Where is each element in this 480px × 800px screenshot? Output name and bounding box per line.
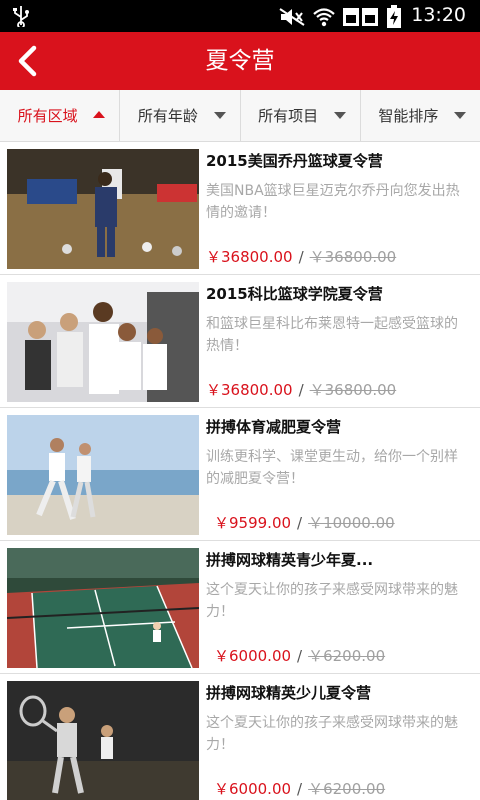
camp-prices: ￥6000.00 / ￥6200.00 [214, 778, 385, 799]
camp-thumbnail [7, 149, 199, 269]
filter-age[interactable]: 所有年龄 [120, 90, 241, 141]
page-title: 夏令营 [205, 48, 275, 74]
camp-prices: ￥36800.00 / ￥36800.00 [206, 379, 396, 400]
triangle-up-icon [93, 111, 106, 118]
triangle-down-icon [333, 112, 346, 119]
filter-category[interactable]: 所有项目 [241, 90, 361, 141]
price-separator: / [298, 248, 304, 266]
camp-description: 训练更科学、课堂更生动，给你一个别样的减肥夏令营！ [206, 449, 458, 487]
current-price: ￥6000.00 [214, 647, 292, 665]
current-price: ￥36800.00 [206, 248, 293, 266]
filter-age-label: 所有年龄 [137, 107, 198, 125]
camp-prices: ￥36800.00 / ￥36800.00 [206, 246, 396, 267]
filter-category-label: 所有项目 [258, 107, 319, 125]
title-bar: 夏令营 [0, 32, 480, 90]
current-price: ￥36800.00 [206, 381, 293, 399]
current-price: ￥9599.00 [214, 514, 292, 532]
wifi-icon [312, 7, 336, 31]
camp-thumbnail [7, 282, 199, 402]
triangle-down-icon [454, 112, 466, 119]
filter-sort-label: 智能排序 [378, 107, 439, 125]
camp-thumbnail [7, 415, 199, 535]
filter-region[interactable]: 所有区域 [0, 90, 121, 141]
original-price: ￥6200.00 [308, 647, 386, 665]
usb-icon [12, 5, 30, 31]
triangle-down-icon [213, 112, 226, 119]
camp-thumbnail [7, 548, 199, 668]
original-price: ￥6200.00 [308, 780, 386, 798]
filter-region-label: 所有区域 [17, 107, 78, 125]
original-price: ￥36800.00 [309, 381, 397, 399]
camp-title: 2015科比篮球学院夏令营 [206, 285, 383, 303]
camp-description: 和篮球巨星科比布莱恩特一起感受篮球的热情！ [206, 316, 458, 354]
camp-thumbnail [7, 681, 199, 800]
current-price: ￥6000.00 [214, 780, 292, 798]
camp-list: 2015美国乔丹篮球夏令营 美国NBA篮球巨星迈克尔乔丹向您发出热情的邀请！ ￥… [0, 142, 480, 800]
camp-prices: ￥9599.00 / ￥10000.00 [214, 512, 395, 533]
list-item[interactable]: 2015美国乔丹篮球夏令营 美国NBA篮球巨星迈克尔乔丹向您发出热情的邀请！ ￥… [0, 142, 480, 275]
price-separator: / [297, 780, 303, 798]
original-price: ￥36800.00 [309, 248, 397, 266]
list-item[interactable]: 拼搏网球精英少儿夏令营 这个夏天让你的孩子来感受网球带来的魅力！ ￥6000.0… [0, 674, 480, 800]
list-item[interactable]: 2015科比篮球学院夏令营 和篮球巨星科比布莱恩特一起感受篮球的热情！ ￥368… [0, 275, 480, 408]
list-item[interactable]: 拼搏体育减肥夏令营 训练更科学、课堂更生动，给你一个别样的减肥夏令营！ ￥959… [0, 408, 480, 541]
original-price: ￥10000.00 [308, 514, 395, 532]
battery-charging-icon [386, 5, 402, 33]
status-icons [278, 5, 402, 33]
price-separator: / [297, 647, 303, 665]
camp-title: 拼搏网球精英青少年夏... [206, 551, 374, 569]
status-time: 13:20 [411, 4, 466, 26]
camp-title: 拼搏体育减肥夏令营 [206, 418, 342, 436]
mute-icon [278, 7, 306, 31]
price-separator: / [297, 514, 303, 532]
camp-description: 美国NBA篮球巨星迈克尔乔丹向您发出热情的邀请！ [206, 183, 460, 221]
status-bar: 13:20 [0, 0, 480, 32]
price-separator: / [298, 381, 304, 399]
list-item[interactable]: 拼搏网球精英青少年夏... 这个夏天让你的孩子来感受网球带来的魅力！ ￥6000… [0, 541, 480, 674]
camp-title: 拼搏网球精英少儿夏令营 [206, 684, 372, 702]
filter-sort[interactable]: 智能排序 [361, 90, 480, 141]
filter-bar: 所有区域 所有年龄 所有项目 智能排序 [0, 90, 480, 142]
camp-title: 2015美国乔丹篮球夏令营 [206, 152, 383, 170]
sim-icon [342, 6, 380, 32]
camp-prices: ￥6000.00 / ￥6200.00 [214, 645, 385, 666]
camp-description: 这个夏天让你的孩子来感受网球带来的魅力！ [206, 582, 458, 620]
camp-description: 这个夏天让你的孩子来感受网球带来的魅力！ [206, 715, 458, 753]
